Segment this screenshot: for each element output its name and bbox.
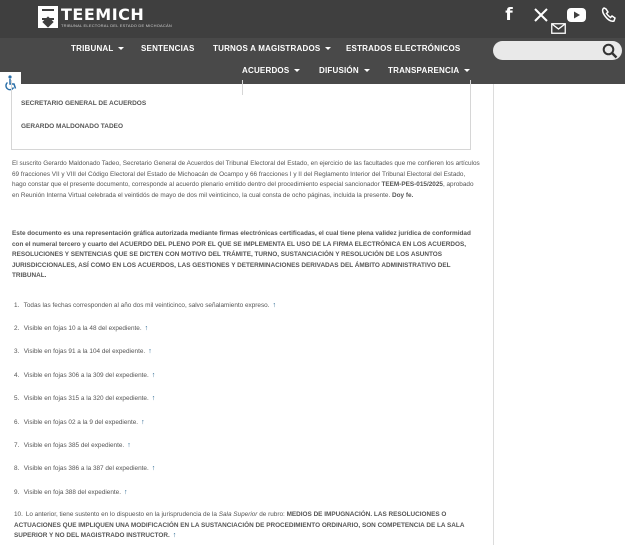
nav-acuerdos[interactable]: ACUERDOS (242, 66, 301, 75)
phone-icon[interactable] (600, 0, 618, 30)
nav-difusion[interactable]: DIFUSIÓN (319, 66, 370, 75)
back-to-reference-icon[interactable]: ↑ (152, 372, 156, 379)
nav-estrados-electronicos[interactable]: ESTRADOS ELECTRÓNICOS (346, 44, 460, 53)
footnote-text: Visible en fojas 385 del expediente. (23, 442, 125, 449)
top-bar: TEEMICH TRIBUNAL ELECTORAL DEL ESTADO DE… (0, 0, 625, 38)
facebook-icon[interactable]: f (502, 0, 516, 30)
site-logo[interactable]: TEEMICH TRIBUNAL ELECTORAL DEL ESTADO DE… (38, 5, 172, 29)
nav-sentencias[interactable]: SENTENCIAS (141, 44, 195, 53)
footnote-number: 2. (14, 325, 20, 332)
footnote-text: Visible en fojas 02 a la 9 del expedient… (23, 419, 139, 426)
footnote-item: 3. Visible en fojas 91 a la 104 del expe… (14, 348, 152, 355)
signature-divider (242, 80, 243, 95)
mail-icon[interactable] (551, 21, 566, 34)
footnote-number: 1. (14, 302, 20, 309)
footnote-number: 10. (14, 511, 23, 518)
back-to-reference-icon[interactable]: ↑ (152, 465, 156, 472)
nav-label: ESTRADOS ELECTRÓNICOS (346, 44, 461, 53)
footnote-number: 3. (14, 348, 20, 355)
nav-label: DIFUSIÓN (319, 66, 359, 75)
back-to-reference-icon[interactable]: ↑ (145, 325, 149, 332)
x-twitter-icon[interactable] (532, 0, 550, 30)
case-number: TEEM-PES-015/2025 (381, 181, 443, 189)
footnote-text: Visible en fojas 306 a la 309 del expedi… (23, 372, 149, 379)
nav-tribunal[interactable]: TRIBUNAL (71, 44, 125, 53)
back-to-reference-icon[interactable]: ↑ (273, 302, 277, 309)
footnote-number: 5. (14, 395, 20, 402)
footnote-text: Visible en fojas 91 a la 104 del expedie… (23, 348, 146, 355)
back-to-reference-icon[interactable]: ↑ (141, 419, 145, 426)
footnote-number: 8. (14, 465, 20, 472)
footnote-italic: Sala Superior (218, 511, 258, 518)
footnote-text: Visible en fojas 10 a la 48 del expedien… (23, 325, 142, 332)
footnote-item: 7. Visible en fojas 385 del expediente. ↑ (14, 442, 131, 449)
footnote-text: Visible en fojas 386 a la 387 del expedi… (23, 465, 149, 472)
signer-role: SECRETARIO GENERAL DE ACUERDOS (21, 100, 147, 107)
footnote-number: 4. (14, 372, 20, 379)
footnote-item: 6. Visible en fojas 02 a la 9 del expedi… (14, 419, 145, 426)
back-to-reference-icon[interactable]: ↑ (127, 442, 131, 449)
nav-label: TURNOS A MAGISTRADOS (213, 44, 321, 53)
electronic-signature-notice: Este documento es una representación grá… (12, 230, 471, 280)
back-to-reference-icon[interactable]: ↑ (124, 489, 128, 496)
footnote-text: Lo anterior, tiene sustento en lo dispue… (25, 511, 219, 518)
back-to-reference-icon[interactable]: ↑ (148, 348, 152, 355)
search-input[interactable] (493, 41, 622, 60)
footnote-item: 8. Visible en fojas 386 a la 387 del exp… (14, 465, 155, 472)
signature-box (11, 80, 471, 150)
footnote-number: 6. (14, 419, 20, 426)
nav-label: ACUERDOS (242, 66, 290, 75)
column-divider (493, 84, 494, 545)
logo-emblem-icon (38, 6, 58, 28)
footnote-item: 1. Todas las fechas corresponden al año … (14, 302, 276, 309)
back-to-reference-icon[interactable]: ↑ (152, 395, 156, 402)
nav-turnos-a-magistrados[interactable]: TURNOS A MAGISTRADOS (213, 44, 332, 53)
footnote-text: Visible en fojas 315 a la 320 del expedi… (23, 395, 149, 402)
chevron-down-icon (325, 47, 332, 50)
footnote-item: 5. Visible en fojas 315 a la 320 del exp… (14, 395, 155, 402)
footnote-item: 4. Visible en fojas 306 a la 309 del exp… (14, 372, 155, 379)
doy-fe: Doy fe. (392, 191, 414, 199)
search-icon[interactable] (602, 43, 618, 59)
nav-label: SENTENCIAS (141, 44, 195, 53)
youtube-icon[interactable] (566, 0, 586, 30)
logo-subtitle: TRIBUNAL ELECTORAL DEL ESTADO DE MICHOAC… (61, 22, 172, 28)
footnote-text: Todas las fechas corresponden al año dos… (23, 302, 270, 309)
certification-paragraph: El suscrito Gerardo Maldonado Tadeo, Sec… (12, 159, 480, 201)
chevron-down-icon (363, 69, 370, 72)
footnote-item: 9. Visible en foja 388 del expediente. ↑ (14, 489, 128, 496)
back-to-reference-icon[interactable]: ↑ (173, 532, 177, 539)
logo-title: TEEMICH (61, 4, 145, 24)
chevron-down-icon (464, 69, 471, 72)
nav-label: TRANSPARENCIA (388, 66, 460, 75)
footnote-text: de rubro: (257, 511, 287, 518)
footnote-text: Visible en foja 388 del expediente. (23, 489, 122, 496)
signer-name: GERARDO MALDONADO TADEO (21, 123, 124, 130)
chevron-down-icon (294, 69, 301, 72)
nav-label: TRIBUNAL (71, 44, 114, 53)
footnote-item: 10. Lo anterior, tiene sustento en lo di… (14, 510, 469, 542)
chevron-down-icon (118, 47, 125, 50)
footnote-item: 2. Visible en fojas 10 a la 48 del exped… (14, 325, 148, 332)
nav-transparencia[interactable]: TRANSPARENCIA (388, 66, 471, 75)
footnote-number: 7. (14, 442, 20, 449)
footnote-number: 9. (14, 489, 20, 496)
